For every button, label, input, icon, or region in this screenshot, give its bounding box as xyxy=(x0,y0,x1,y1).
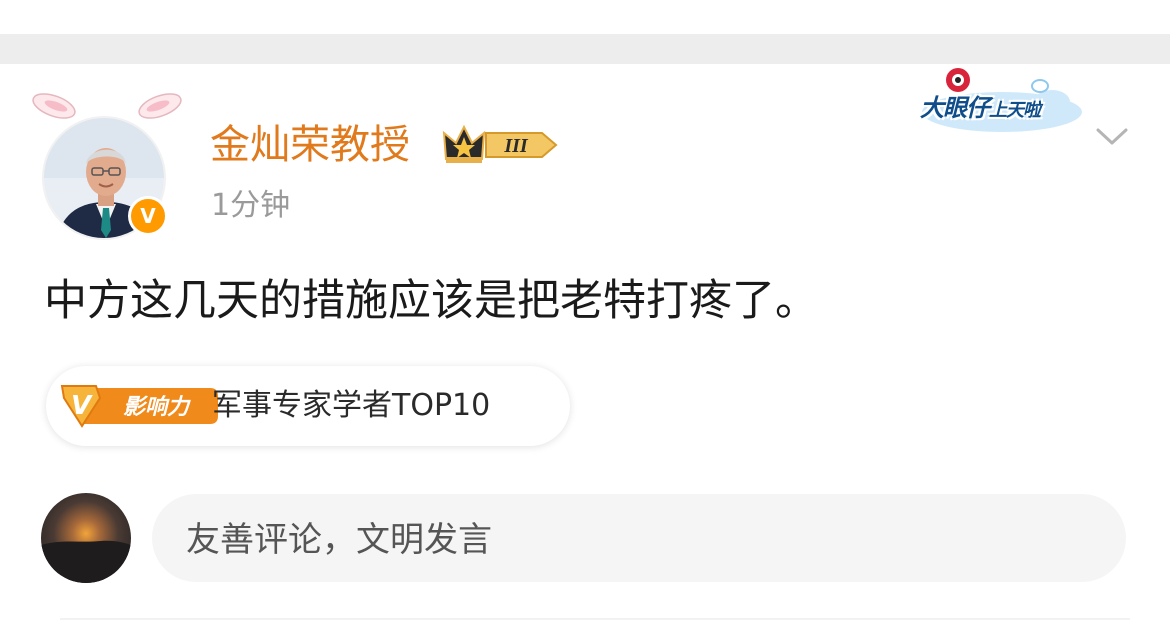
sticker-text: 大眼仔上天啦 xyxy=(920,88,1041,123)
crown-level-text: III xyxy=(503,135,529,157)
top-spacer xyxy=(0,0,1170,36)
post-content: 中方这几天的措施应该是把老特打疼了。 xyxy=(44,276,818,326)
sticker-small-text: 上天啦 xyxy=(989,100,1041,121)
crown-level-badge-icon[interactable]: III xyxy=(442,123,562,167)
influence-badge-text: 影响力 xyxy=(123,395,191,420)
author-name[interactable]: 金灿荣教授 xyxy=(210,118,410,172)
verified-badge: V xyxy=(128,196,168,236)
influence-v-letter: V xyxy=(71,391,93,421)
sunset-photo-icon xyxy=(41,493,131,583)
chevron-down-icon[interactable] xyxy=(1094,124,1130,148)
decorative-sticker[interactable]: 大眼仔上天啦 xyxy=(912,66,1088,138)
influence-badge[interactable]: V 影响力 军事专家学者TOP10 xyxy=(46,366,570,446)
post-timestamp: 1分钟 xyxy=(211,188,291,223)
influence-label: 军事专家学者TOP10 xyxy=(212,388,491,423)
comment-placeholder: 友善评论，文明发言 xyxy=(186,520,492,560)
bottom-divider xyxy=(60,618,1130,620)
comment-input[interactable]: 友善评论，文明发言 xyxy=(152,494,1126,582)
section-divider xyxy=(0,34,1170,64)
author-avatar-container[interactable]: V xyxy=(28,84,188,244)
current-user-avatar[interactable] xyxy=(41,493,131,583)
sticker-main-text: 大眼仔 xyxy=(920,94,990,122)
verified-mark: V xyxy=(140,204,156,228)
